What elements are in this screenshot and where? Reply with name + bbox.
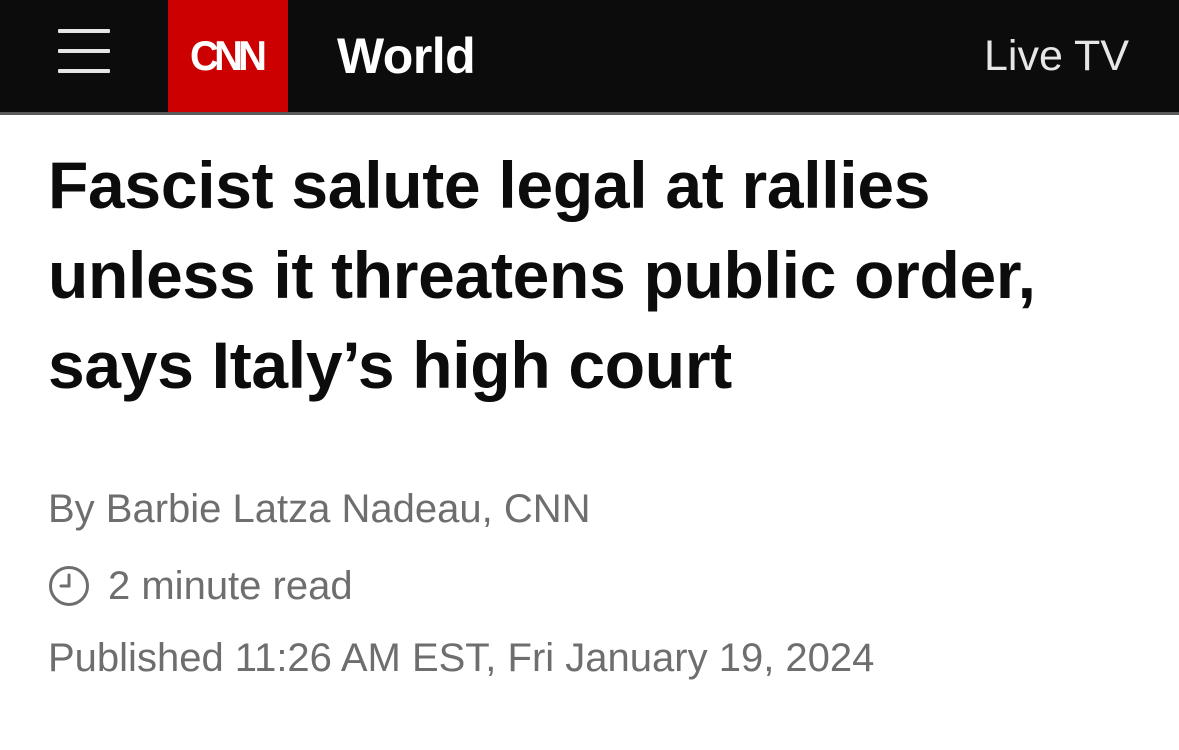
live-tv-link[interactable]: Live TV [984, 31, 1129, 81]
top-navigation-bar: CNN World Live TV [0, 0, 1179, 115]
section-world-link[interactable]: World [337, 28, 476, 84]
menu-line [58, 29, 110, 33]
menu-line [58, 49, 110, 53]
read-time-text: 2 minute read [108, 564, 353, 608]
hamburger-menu-icon[interactable] [58, 29, 110, 75]
menu-line [58, 69, 110, 73]
read-time: 2 minute read [48, 563, 353, 609]
clock-icon [49, 566, 89, 606]
article-byline: By Barbie Latza Nadeau, CNN [48, 486, 591, 532]
article-headline: Fascist salute legal at rallies unless i… [48, 148, 1036, 402]
cnn-logo-text: CNN [190, 32, 267, 79]
author-link[interactable]: Barbie Latza Nadeau, CNN [106, 487, 591, 531]
cnn-logo[interactable]: CNN [168, 0, 288, 112]
byline-prefix: By [48, 487, 106, 531]
publish-timestamp: Published 11:26 AM EST, Fri January 19, … [48, 636, 875, 680]
